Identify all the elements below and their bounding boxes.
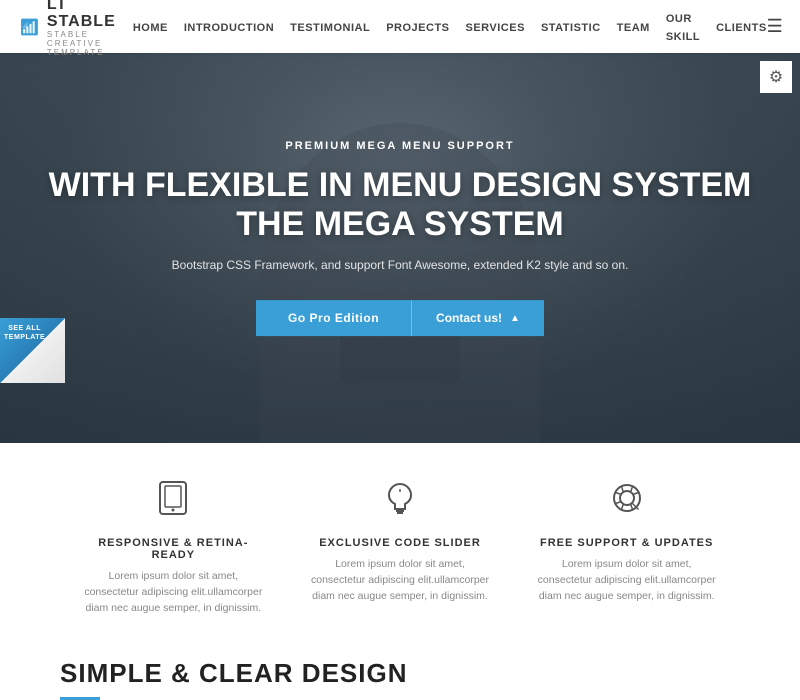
nav-item-statistic[interactable]: STATISTIC <box>541 18 601 36</box>
hamburger-menu[interactable]: ☰ <box>767 16 783 37</box>
chevron-up-icon: ▲ <box>510 313 520 324</box>
feature-support-desc: Lorem ipsum dolor sit amet, consectetur … <box>533 557 720 604</box>
nav-item-services[interactable]: SERVICES <box>466 18 525 36</box>
lifebuoy-icon <box>533 479 720 525</box>
nav-item-clients[interactable]: CLIENTS <box>716 18 767 36</box>
see-all-badge[interactable]: SEE ALLTEMPLATE <box>0 318 65 383</box>
feature-responsive-desc: Lorem ipsum dolor sit amet, consectetur … <box>80 569 267 616</box>
gear-button[interactable]: ⚙ <box>760 61 792 93</box>
feature-slider: EXCLUSIVE CODE SLIDER Lorem ipsum dolor … <box>287 479 514 616</box>
contact-button-label: Contact us! <box>436 311 502 325</box>
hero-buttons: Go Pro Edition Contact us! ▲ <box>40 300 760 336</box>
feature-responsive-title: RESPONSIVE & RETINA-READY <box>80 537 267 561</box>
nav-item-home[interactable]: HOME <box>133 18 168 36</box>
hero-section: ⚙ SEE ALLTEMPLATE PREMIUM MEGA MENU SUPP… <box>0 53 800 443</box>
logo-icon <box>20 9 39 45</box>
nav-item-ourskill[interactable]: OUR SKILL <box>666 9 700 45</box>
contact-button[interactable]: Contact us! ▲ <box>411 300 544 336</box>
hero-title: WITH FLEXIBLE IN MENU DESIGN SYSTEM THE … <box>40 166 760 244</box>
nav-item-team[interactable]: TEAM <box>617 18 650 36</box>
feature-slider-title: EXCLUSIVE CODE SLIDER <box>307 537 494 549</box>
logo-tagline: STABLE CREATIVE TEMPLATE <box>47 31 133 57</box>
gear-icon: ⚙ <box>769 67 783 87</box>
hero-title-line2: THE MEGA SYSTEM <box>236 205 563 243</box>
badge-text: SEE ALLTEMPLATE <box>4 324 45 342</box>
nav-item-testimonial[interactable]: TESTIMONIAL <box>290 18 370 36</box>
hero-title-line1: WITH FLEXIBLE IN MENU DESIGN SYSTEM <box>49 166 752 204</box>
nav-item-intro[interactable]: INTRODUCTION <box>184 18 274 36</box>
hero-subtitle: PREMIUM MEGA MENU SUPPORT <box>40 140 760 152</box>
nav-links: HOME INTRODUCTION TESTIMONIAL PROJECTS S… <box>133 9 767 45</box>
logo-text: LT STABLE STABLE CREATIVE TEMPLATE <box>47 0 133 57</box>
navbar: LT STABLE STABLE CREATIVE TEMPLATE HOME … <box>0 0 800 53</box>
feature-responsive: RESPONSIVE & RETINA-READY Lorem ipsum do… <box>60 479 287 616</box>
gopro-button[interactable]: Go Pro Edition <box>256 300 411 336</box>
feature-support-title: FREE SUPPORT & UPDATES <box>533 537 720 549</box>
hero-description: Bootstrap CSS Framework, and support Fon… <box>40 258 760 272</box>
badge-background: SEE ALLTEMPLATE <box>0 318 65 383</box>
section-title: SIMPLE & CLEAR DESIGN <box>60 658 407 689</box>
section-title-area: SIMPLE & CLEAR DESIGN <box>60 658 407 700</box>
feature-support: FREE SUPPORT & UPDATES Lorem ipsum dolor… <box>513 479 740 616</box>
logo[interactable]: LT STABLE STABLE CREATIVE TEMPLATE <box>20 0 133 57</box>
tablet-icon <box>80 479 267 525</box>
features-section: RESPONSIVE & RETINA-READY Lorem ipsum do… <box>0 443 800 640</box>
hero-content: PREMIUM MEGA MENU SUPPORT WITH FLEXIBLE … <box>40 140 760 336</box>
logo-name: LT STABLE <box>47 0 133 31</box>
feature-slider-desc: Lorem ipsum dolor sit amet, consectetur … <box>307 557 494 604</box>
bottom-section: SIMPLE & CLEAR DESIGN <box>0 640 800 700</box>
bulb-icon <box>307 479 494 525</box>
nav-item-projects[interactable]: PROJECTS <box>386 18 449 36</box>
